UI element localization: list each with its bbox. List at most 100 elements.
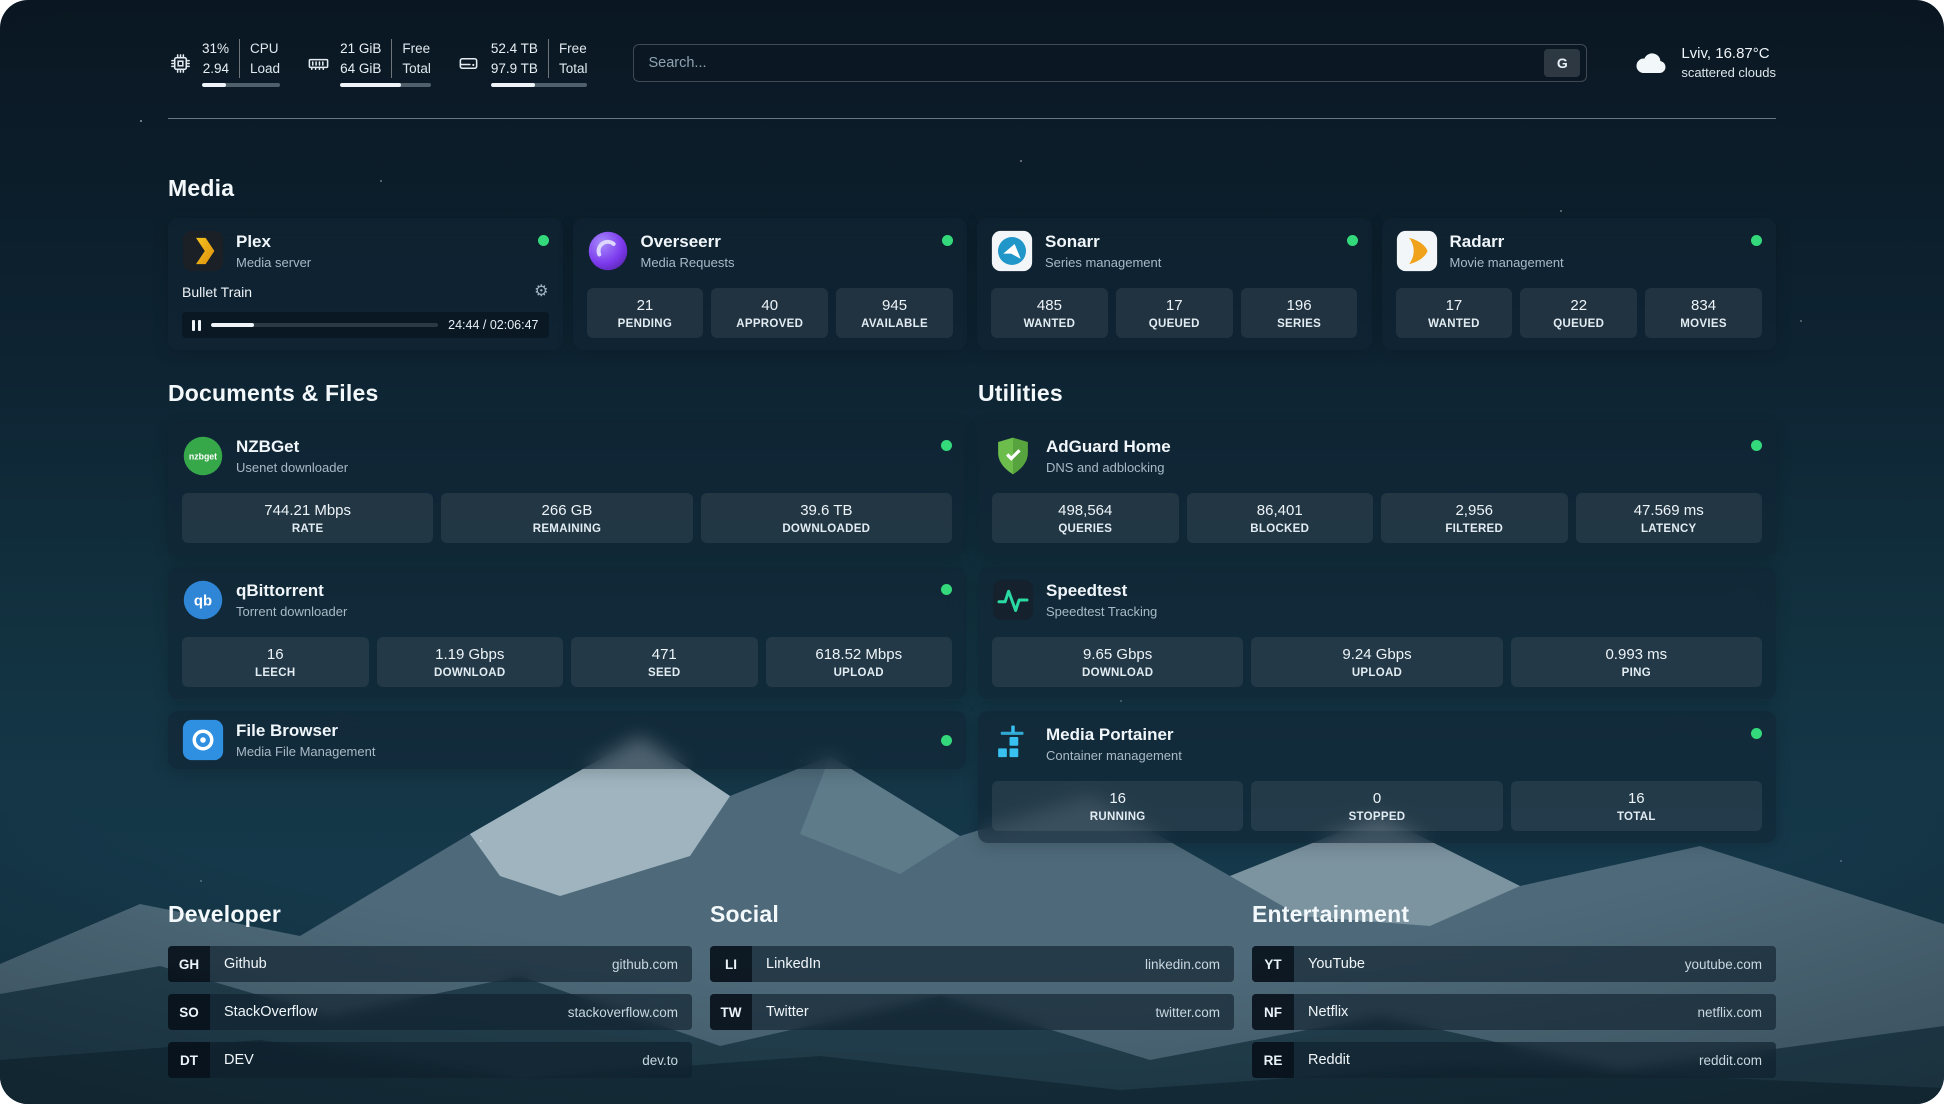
sonarr-stat-wanted: 485WANTED: [991, 288, 1108, 338]
weather-widget[interactable]: Lviv, 16.87°C scattered clouds: [1633, 44, 1776, 82]
bookmark-youtube[interactable]: YT YouTube youtube.com: [1252, 946, 1776, 982]
disk-total: 97.9 TB: [491, 59, 538, 79]
overseerr-icon: [587, 230, 629, 272]
plex-subtitle: Media server: [236, 255, 311, 270]
overseerr-name: Overseerr: [641, 232, 735, 252]
section-media: Media Plex Media server: [168, 175, 1776, 350]
cpu-progress-track: [202, 83, 280, 87]
plex-name: Plex: [236, 232, 311, 252]
pause-icon[interactable]: [192, 320, 201, 331]
filebrowser-subtitle: Media File Management: [236, 744, 375, 759]
search-engine-button[interactable]: G: [1544, 49, 1580, 77]
disk-free: 52.4 TB: [491, 39, 538, 59]
card-portainer[interactable]: Media Portainer Container management 16R…: [978, 711, 1776, 843]
radarr-status-dot: [1751, 235, 1762, 246]
bookmark-linkedin[interactable]: LI LinkedIn linkedin.com: [710, 946, 1234, 982]
adguard-icon: [992, 435, 1034, 477]
section-social: Social LI LinkedIn linkedin.com TW Twitt…: [710, 901, 1234, 1090]
portainer-icon: [992, 723, 1034, 765]
speedtest-name: Speedtest: [1046, 581, 1157, 601]
card-qbittorrent[interactable]: qb qBittorrent Torrent downloader 16LEEC…: [168, 567, 966, 699]
radarr-stat-wanted: 17WANTED: [1396, 288, 1513, 338]
bookmark-url: netflix.com: [1697, 1005, 1762, 1020]
nzbget-name: NZBGet: [236, 437, 348, 457]
radarr-subtitle: Movie management: [1450, 255, 1564, 270]
plex-now-playing: Bullet Train: [182, 284, 252, 300]
speedtest-icon: [992, 579, 1034, 621]
card-plex[interactable]: Plex Media server Bullet Train ⚙: [168, 218, 563, 350]
cpu-readout: 31% 2.94 CPU Load: [202, 39, 280, 87]
adguard-stat-filtered: 2,956FILTERED: [1381, 493, 1568, 543]
plex-playback-time: 24:44 / 02:06:47: [448, 318, 538, 332]
disk-progress-fill: [491, 83, 535, 87]
bookmark-abbr: TW: [710, 994, 752, 1030]
system-monitors: 31% 2.94 CPU Load: [168, 39, 587, 87]
qbittorrent-icon: qb: [182, 579, 224, 621]
bookmark-abbr: GH: [168, 946, 210, 982]
radarr-name: Radarr: [1450, 232, 1564, 252]
card-overseerr[interactable]: Overseerr Media Requests 21PENDING 40APP…: [573, 218, 968, 350]
ram-readout: 21 GiB 64 GiB Free Total: [340, 39, 431, 87]
portainer-stat-running: 16RUNNING: [992, 781, 1243, 831]
weather-location: Lviv, 16.87°C: [1681, 44, 1776, 64]
bookmark-name: Github: [224, 956, 267, 972]
section-title-utilities: Utilities: [978, 380, 1776, 407]
bookmark-github[interactable]: GH Github github.com: [168, 946, 692, 982]
section-entertainment: Entertainment YT YouTube youtube.com NF …: [1252, 901, 1776, 1090]
card-sonarr[interactable]: Sonarr Series management 485WANTED 17QUE…: [977, 218, 1372, 350]
bookmark-url: twitter.com: [1155, 1005, 1220, 1020]
disk-total-label: Total: [559, 59, 588, 79]
section-title-social: Social: [710, 901, 1234, 928]
section-documents: Documents & Files nzbget NZBGet Usenet d…: [168, 380, 966, 855]
plex-progress-track[interactable]: [211, 323, 438, 327]
nzbget-subtitle: Usenet downloader: [236, 460, 348, 475]
disk-icon: [457, 51, 481, 75]
plex-status-dot: [538, 235, 549, 246]
svg-text:qb: qb: [194, 593, 212, 609]
bookmark-name: YouTube: [1308, 956, 1365, 972]
search-input[interactable]: [648, 55, 1544, 71]
sonarr-stat-queued: 17QUEUED: [1116, 288, 1233, 338]
weather-condition: scattered clouds: [1681, 64, 1776, 82]
card-filebrowser[interactable]: File Browser Media File Management: [168, 711, 966, 769]
overseerr-stat-pending: 21PENDING: [587, 288, 704, 338]
portainer-status-dot: [1751, 728, 1762, 739]
cpu-icon: [168, 51, 192, 75]
bookmark-netflix[interactable]: NF Netflix netflix.com: [1252, 994, 1776, 1030]
bookmark-stackoverflow[interactable]: SO StackOverflow stackoverflow.com: [168, 994, 692, 1030]
speedtest-stat-download: 9.65 GbpsDOWNLOAD: [992, 637, 1243, 687]
card-speedtest[interactable]: Speedtest Speedtest Tracking 9.65 GbpsDO…: [978, 567, 1776, 699]
radarr-stat-queued: 22QUEUED: [1520, 288, 1637, 338]
bookmark-name: LinkedIn: [766, 956, 821, 972]
dashboard-page: 31% 2.94 CPU Load: [0, 0, 1944, 1104]
plex-settings-gear-icon[interactable]: ⚙: [534, 284, 548, 300]
adguard-subtitle: DNS and adblocking: [1046, 460, 1171, 475]
bookmark-reddit[interactable]: RE Reddit reddit.com: [1252, 1042, 1776, 1078]
radarr-stat-movies: 834MOVIES: [1645, 288, 1762, 338]
card-adguard[interactable]: AdGuard Home DNS and adblocking 498,564Q…: [978, 423, 1776, 555]
filebrowser-icon: [182, 719, 224, 761]
bookmark-name: DEV: [224, 1052, 254, 1068]
adguard-stat-blocked: 86,401BLOCKED: [1187, 493, 1374, 543]
nzbget-stat-downloaded: 39.6 TBDOWNLOADED: [701, 493, 952, 543]
search-bar: G: [633, 44, 1587, 82]
ram-progress-fill: [340, 83, 401, 87]
disk-readout: 52.4 TB 97.9 TB Free Total: [491, 39, 588, 87]
section-title-documents: Documents & Files: [168, 380, 966, 407]
bookmark-abbr: LI: [710, 946, 752, 982]
bookmark-url: reddit.com: [1699, 1053, 1762, 1068]
bookmark-twitter[interactable]: TW Twitter twitter.com: [710, 994, 1234, 1030]
plex-player-bar: 24:44 / 02:06:47: [182, 312, 549, 338]
filebrowser-name: File Browser: [236, 721, 375, 741]
bookmark-dev[interactable]: DT DEV dev.to: [168, 1042, 692, 1078]
cpu-load: 2.94: [203, 59, 229, 79]
bookmark-url: youtube.com: [1685, 957, 1762, 972]
overseerr-stat-approved: 40APPROVED: [711, 288, 828, 338]
card-nzbget[interactable]: nzbget NZBGet Usenet downloader 744.21 M…: [168, 423, 966, 555]
sonarr-name: Sonarr: [1045, 232, 1161, 252]
overseerr-status-dot: [942, 235, 953, 246]
section-title-entertainment: Entertainment: [1252, 901, 1776, 928]
card-radarr[interactable]: Radarr Movie management 17WANTED 22QUEUE…: [1382, 218, 1777, 350]
nzbget-stat-rate: 744.21 MbpsRATE: [182, 493, 433, 543]
cloud-icon: [1633, 48, 1669, 78]
